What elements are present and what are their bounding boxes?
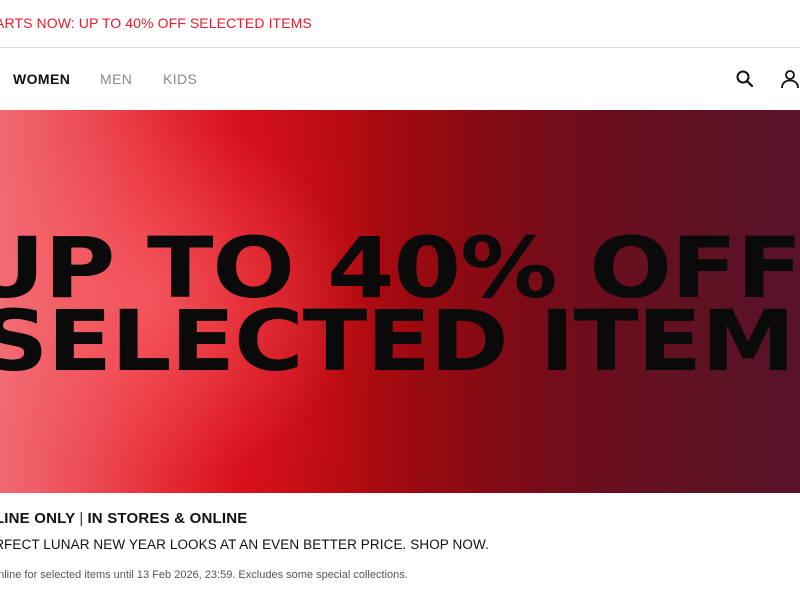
- promo-tagline[interactable]: PERFECT LUNAR NEW YEAR LOOKS AT AN EVEN …: [0, 537, 489, 552]
- hero-headline-line2: SELECTED ITEMS: [0, 292, 800, 390]
- hero-banner[interactable]: UP TO 40% OFF SELECTED ITEMS: [0, 110, 800, 493]
- main-navigation: WOMEN MEN KIDS: [0, 48, 800, 110]
- search-icon[interactable]: [734, 68, 756, 90]
- availability-stores-online: IN STORES & ONLINE: [87, 510, 248, 527]
- announcement-bar: STARTS NOW: UP TO 40% OFF SELECTED ITEMS: [0, 0, 800, 48]
- availability-online-only: ONLINE ONLY: [0, 510, 76, 527]
- nav-link-women[interactable]: WOMEN: [13, 71, 70, 87]
- promo-terms: online for selected items until 13 Feb 2…: [0, 569, 408, 581]
- nav-link-men[interactable]: MEN: [100, 71, 132, 87]
- account-icon[interactable]: [779, 68, 800, 90]
- availability-line: ONLINE ONLY|IN STORES & ONLINE: [0, 510, 247, 527]
- nav-link-kids[interactable]: KIDS: [163, 71, 197, 87]
- promo-info: ONLINE ONLY|IN STORES & ONLINE PERFECT L…: [0, 493, 800, 600]
- announcement-text[interactable]: STARTS NOW: UP TO 40% OFF SELECTED ITEMS: [0, 15, 312, 31]
- availability-separator: |: [79, 510, 84, 527]
